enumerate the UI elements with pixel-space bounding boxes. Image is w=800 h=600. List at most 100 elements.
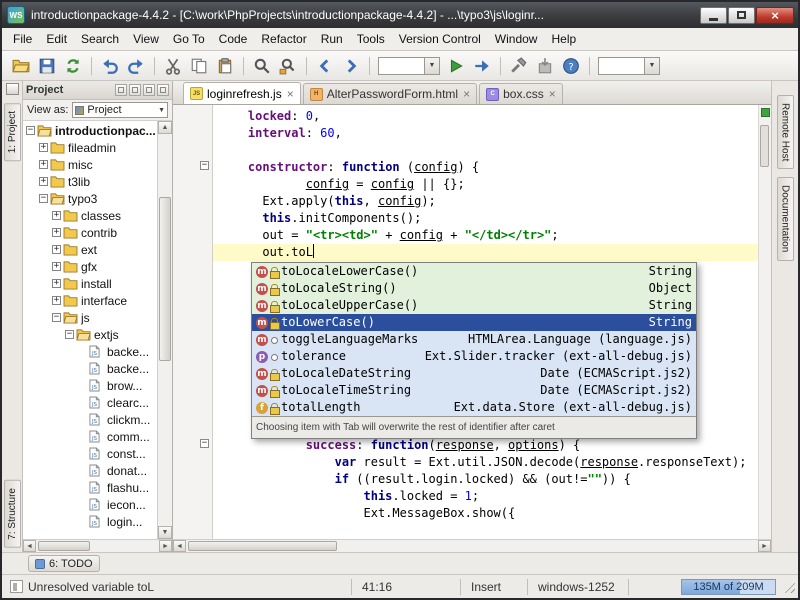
expand-icon[interactable]: + [52, 279, 61, 288]
tree-item-backe[interactable]: JSbacke... [23, 343, 157, 360]
tree-item-extjs[interactable]: −extjs [23, 326, 157, 343]
tree-item-fileadmin[interactable]: +fileadmin [23, 139, 157, 156]
help-icon[interactable]: ? [559, 54, 583, 78]
maximize-button[interactable] [728, 7, 755, 24]
completion-item-tolowercase[interactable]: mtoLowerCase()String [252, 314, 696, 331]
chevron-down-icon[interactable]: ▼ [644, 57, 660, 75]
tab-alterpasswordform-html[interactable]: HAlterPasswordForm.html× [303, 83, 477, 104]
menu-item-tools[interactable]: Tools [350, 29, 392, 49]
completion-item-tolocaletimestring[interactable]: mtoLocaleTimeStringDate (ECMAScript.js2) [252, 382, 696, 399]
code-area[interactable]: locked: 0, interval: 60, constructor: fu… [213, 105, 758, 539]
file-encoding[interactable]: windows-1252 [530, 580, 626, 594]
menu-item-run[interactable]: Run [314, 29, 350, 49]
tool-tab-7-structure[interactable]: 7: Structure [4, 480, 21, 548]
collapse-icon[interactable]: − [65, 330, 74, 339]
tree-item-const[interactable]: JSconst... [23, 445, 157, 462]
menu-item-window[interactable]: Window [488, 29, 545, 49]
tool-tab-documentation[interactable]: Documentation [777, 177, 794, 260]
tree-item-introductionpac[interactable]: −introductionpac... [23, 122, 157, 139]
run-to-cursor-icon[interactable] [470, 54, 494, 78]
completion-item-tolocalelowercase[interactable]: mtoLocaleLowerCase()String [252, 263, 696, 280]
scroll-right-icon[interactable]: ► [758, 540, 771, 552]
project-tree-horizontal-scrollbar[interactable]: ◄ ► [23, 539, 172, 552]
scroll-thumb[interactable] [188, 541, 337, 551]
code-line[interactable]: locked: 0, [213, 108, 758, 125]
close-tab-icon[interactable]: × [463, 89, 470, 99]
chevron-down-icon[interactable]: ▼ [424, 57, 440, 75]
cut-icon[interactable] [161, 54, 185, 78]
code-line[interactable]: this.initComponents(); [213, 210, 758, 227]
scroll-track[interactable] [158, 134, 172, 526]
menu-item-help[interactable]: Help [544, 29, 583, 49]
redo-icon[interactable] [124, 54, 148, 78]
insert-mode[interactable]: Insert [463, 580, 525, 594]
navigate-forward-icon[interactable] [339, 54, 363, 78]
view-as-dropdown[interactable]: Project ▼ [72, 102, 168, 118]
expand-icon[interactable]: + [52, 245, 61, 254]
expand-icon[interactable]: + [39, 177, 48, 186]
collapse-icon[interactable]: − [52, 313, 61, 322]
minimize-button[interactable] [700, 7, 727, 24]
code-line[interactable]: var result = Ext.util.JSON.decode(respon… [213, 454, 758, 471]
close-tab-icon[interactable]: × [287, 89, 294, 99]
code-line[interactable] [213, 142, 758, 159]
tool-tab-1-project[interactable]: 1: Project [4, 103, 21, 161]
editor-gutter[interactable]: − − [173, 105, 213, 539]
menu-item-search[interactable]: Search [74, 29, 126, 49]
tree-item-iecon[interactable]: JSiecon... [23, 496, 157, 513]
tree-item-brow[interactable]: JSbrow... [23, 377, 157, 394]
resize-grip[interactable] [782, 580, 795, 593]
tree-item-classes[interactable]: +classes [23, 207, 157, 224]
todo-toolwindow-button[interactable]: 6: TODO [28, 555, 100, 572]
copy-icon[interactable] [187, 54, 211, 78]
menu-item-view[interactable]: View [126, 29, 166, 49]
tool-window-switcher-icon[interactable] [6, 83, 19, 95]
tree-item-login[interactable]: JSlogin... [23, 513, 157, 530]
tree-item-t3lib[interactable]: +t3lib [23, 173, 157, 190]
menu-item-edit[interactable]: Edit [39, 29, 74, 49]
scroll-down-icon[interactable]: ▼ [158, 526, 172, 539]
expand-icon[interactable]: + [52, 262, 61, 271]
tree-item-interface[interactable]: +interface [23, 292, 157, 309]
code-line[interactable]: interval: 60, [213, 125, 758, 142]
menu-item-refactor[interactable]: Refactor [254, 29, 313, 49]
scroll-right-icon[interactable]: ► [159, 540, 172, 552]
run-configuration-combo[interactable]: ▼ [378, 57, 440, 75]
panel-hide-icon[interactable] [157, 84, 169, 96]
code-line[interactable]: if ((result.login.locked) && (out!="")) … [213, 471, 758, 488]
menu-item-version-control[interactable]: Version Control [392, 29, 488, 49]
run-icon[interactable] [444, 54, 468, 78]
panel-pin-icon[interactable] [143, 84, 155, 96]
collapse-icon[interactable]: − [26, 126, 35, 135]
menu-item-file[interactable]: File [6, 29, 39, 49]
find-icon[interactable] [250, 54, 274, 78]
tree-item-js[interactable]: −js [23, 309, 157, 326]
tree-item-flashu[interactable]: JSflashu... [23, 479, 157, 496]
scroll-up-icon[interactable]: ▲ [158, 121, 172, 134]
expand-icon[interactable]: + [39, 143, 48, 152]
close-button[interactable]: × [756, 7, 794, 24]
expand-icon[interactable]: + [39, 160, 48, 169]
expand-icon[interactable]: + [52, 296, 61, 305]
code-line[interactable]: this.locked = 1; [213, 488, 758, 505]
code-line[interactable]: out.toL [213, 244, 758, 261]
code-line[interactable]: Ext.MessageBox.show({ [213, 505, 758, 522]
toolwindow-toggle-icon[interactable] [10, 580, 23, 593]
navigate-back-icon[interactable] [313, 54, 337, 78]
menu-item-code[interactable]: Code [212, 29, 255, 49]
secondary-combo[interactable]: ▼ [598, 57, 660, 75]
memory-indicator[interactable]: 135M of 209M [681, 579, 776, 595]
scroll-track[interactable] [186, 540, 758, 552]
tree-item-clickm[interactable]: JSclickm... [23, 411, 157, 428]
code-line[interactable]: config = config || {}; [213, 176, 758, 193]
tab-box-css[interactable]: Cbox.css× [479, 83, 563, 104]
completion-item-tolocaleuppercase[interactable]: mtoLocaleUpperCase()String [252, 297, 696, 314]
save-all-icon[interactable] [35, 54, 59, 78]
open-file-icon[interactable] [9, 54, 33, 78]
tree-item-typo3[interactable]: −typo3 [23, 190, 157, 207]
scroll-track[interactable] [36, 540, 159, 552]
code-line[interactable]: Ext.apply(this, config); [213, 193, 758, 210]
project-tree-vertical-scrollbar[interactable]: ▲ ▼ [157, 121, 172, 539]
fold-marker-icon[interactable]: − [200, 161, 209, 170]
menu-item-go-to[interactable]: Go To [166, 29, 212, 49]
